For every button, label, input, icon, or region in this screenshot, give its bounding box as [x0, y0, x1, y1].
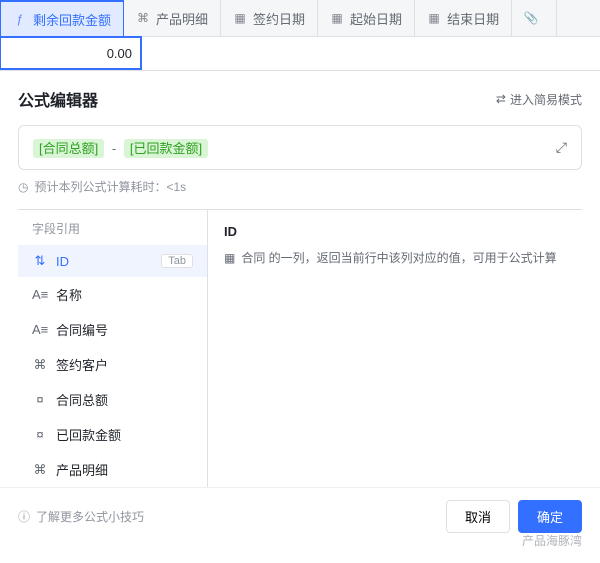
editor-title: 公式编辑器	[18, 87, 98, 111]
field-label: 签约客户	[56, 355, 108, 374]
num-icon: ⇅	[32, 253, 48, 269]
editor-footer: ⓘ 了解更多公式小技巧 取消 确定	[0, 487, 600, 545]
field-item-3[interactable]: ⌘ 签约客户	[18, 347, 207, 382]
watermark: 产品海豚湾	[522, 532, 582, 549]
confirm-button[interactable]: 确定	[518, 500, 582, 533]
link-icon: ⌘	[136, 11, 150, 25]
formula-editor: 公式编辑器 ⇄ 进入简易模式 [合同总额] - [已回款金额] ⤢ ◷ 预计本列…	[0, 71, 600, 487]
fx-icon: ƒ	[13, 12, 27, 26]
txt-icon: A≡	[32, 322, 48, 337]
cell-row: 0.00	[0, 37, 600, 71]
field-item-5[interactable]: ¤ 已回款金额	[18, 417, 207, 452]
field-item-1[interactable]: A≡ 名称	[18, 277, 207, 312]
detail-title: ID	[224, 224, 566, 239]
field-label: 合同编号	[56, 320, 108, 339]
field-label: 合同总额	[56, 390, 108, 409]
tab-1[interactable]: ⌘ 产品明细	[124, 0, 221, 36]
cal-icon: ▦	[427, 11, 441, 25]
formula-input[interactable]: [合同总额] - [已回款金额] ⤢	[18, 125, 582, 170]
column-icon: ▦	[224, 249, 235, 268]
timing-info: ◷ 预计本列公式计算耗时：<1s	[18, 178, 582, 195]
column-tabs: ƒ 剩余回款金额 ⌘ 产品明细 ▦ 签约日期 ▦ 起始日期 ▦ 结束日期 📎	[0, 0, 600, 37]
cal-icon: ▦	[233, 11, 247, 25]
field-item-6[interactable]: ⌘ 产品明细	[18, 452, 207, 487]
clip-icon: 📎	[524, 11, 538, 25]
detail-desc: 合同 的一列，返回当前行中该列对应的值，可用于公式计算	[241, 249, 556, 268]
tab-label: 起始日期	[350, 9, 402, 28]
field-detail: ID ▦ 合同 的一列，返回当前行中该列对应的值，可用于公式计算	[208, 210, 582, 487]
tab-label: 结束日期	[447, 9, 499, 28]
simple-mode-toggle[interactable]: ⇄ 进入简易模式	[496, 91, 582, 108]
formula-token: [合同总额]	[33, 139, 104, 158]
formula-token: [已回款金额]	[124, 139, 208, 158]
cal-icon: ▦	[330, 11, 344, 25]
field-label: 产品明细	[56, 460, 108, 479]
field-item-0[interactable]: ⇅ ID Tab	[18, 245, 207, 277]
field-list-header: 字段引用	[18, 210, 207, 245]
field-item-4[interactable]: ¤ 合同总额	[18, 382, 207, 417]
cancel-button[interactable]: 取消	[446, 500, 510, 533]
formula-operator: -	[112, 141, 116, 156]
field-label: ID	[56, 254, 69, 269]
txt-icon: A≡	[32, 287, 48, 302]
field-label: 名称	[56, 285, 82, 304]
tab-label: 产品明细	[156, 9, 208, 28]
key-hint: Tab	[161, 254, 193, 268]
clock-icon: ◷	[18, 180, 28, 194]
swap-icon: ⇄	[496, 92, 506, 106]
field-label: 已回款金额	[56, 425, 121, 444]
tab-0[interactable]: ƒ 剩余回款金额	[0, 0, 124, 36]
link-icon: ⌘	[32, 462, 48, 478]
tab-label: 剩余回款金额	[33, 10, 111, 29]
cell-value: 0.00	[107, 46, 132, 61]
field-list: 字段引用 ⇅ ID Tab A≡ 名称 A≡ 合同编号 ⌘ 签约客户 ¤ 合同总额 ¤ 已回款金额 ⌘ 产品…	[18, 210, 208, 487]
usr-icon: ⌘	[32, 357, 48, 373]
tab-label: 签约日期	[253, 9, 305, 28]
expand-icon[interactable]: ⤢	[556, 139, 567, 156]
tab-4[interactable]: ▦ 结束日期	[415, 0, 512, 36]
tips-link[interactable]: ⓘ 了解更多公式小技巧	[18, 508, 144, 525]
active-cell[interactable]: 0.00	[0, 36, 142, 70]
tab-5[interactable]: 📎	[512, 0, 557, 36]
info-icon: ⓘ	[18, 508, 30, 525]
field-item-2[interactable]: A≡ 合同编号	[18, 312, 207, 347]
cur-icon: ¤	[32, 427, 48, 442]
cur-icon: ¤	[32, 392, 48, 407]
tab-3[interactable]: ▦ 起始日期	[318, 0, 415, 36]
tab-2[interactable]: ▦ 签约日期	[221, 0, 318, 36]
